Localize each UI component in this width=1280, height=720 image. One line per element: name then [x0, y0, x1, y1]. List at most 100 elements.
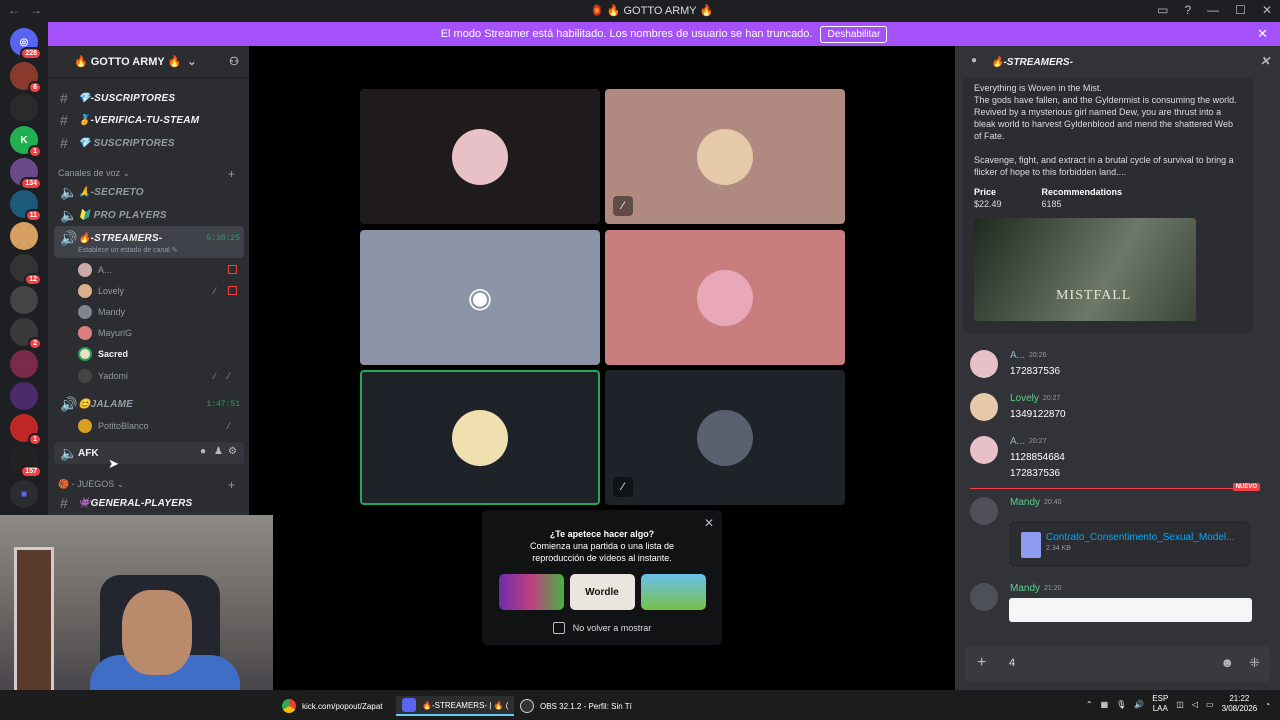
voice-member[interactable]: A... [78, 260, 112, 280]
message-author[interactable]: Lovely 20:27 [1010, 393, 1060, 404]
server-icon[interactable] [10, 94, 38, 122]
server-icon[interactable] [10, 286, 38, 314]
voice-channel[interactable]: 🔈 🙏-SECRETO [56, 182, 242, 202]
add-channel-icon[interactable]: + [228, 167, 235, 181]
invite-icon[interactable]: ♟ [214, 446, 223, 457]
avatar[interactable] [970, 436, 998, 464]
activity-card[interactable] [640, 574, 706, 610]
close-icon[interactable]: ✕ [1257, 26, 1268, 42]
text-channel[interactable]: # 💎-SUSCRIPTORES [56, 88, 242, 108]
clock[interactable]: 21:22 3/08/2026 [1222, 694, 1258, 714]
add-attachment-icon[interactable]: + [977, 654, 986, 672]
checkbox[interactable] [552, 622, 565, 634]
maximize-button[interactable]: ☐ [1235, 3, 1246, 17]
microphone-icon[interactable]: 🎙 [1116, 700, 1126, 709]
deafened-icon [228, 286, 237, 295]
apps-icon[interactable]: ⁜ [1249, 655, 1260, 671]
app-tray-icon[interactable]: ▦ [1101, 700, 1109, 709]
server-icon[interactable]: 1 [10, 414, 42, 446]
voice-member[interactable]: Lovely [78, 281, 124, 301]
add-member-icon[interactable]: ⚇ [229, 55, 239, 68]
battery-icon[interactable]: ▭ [1206, 700, 1214, 709]
server-icon[interactable]: 11 [10, 190, 42, 222]
chevron-up-icon[interactable]: ⌃ [1086, 700, 1093, 709]
volume-icon[interactable]: 🔊 [1134, 700, 1144, 709]
minimize-button[interactable]: — [1207, 3, 1219, 17]
voice-member[interactable]: Sacred [78, 344, 128, 364]
gear-icon[interactable]: ⚙ [228, 446, 237, 457]
avatar[interactable] [970, 393, 998, 421]
avatar[interactable] [970, 497, 998, 525]
close-button[interactable]: ✕ [1262, 3, 1272, 17]
games-category[interactable]: 🏀 - JUEGOS ⌄ [58, 479, 124, 490]
participant-tile[interactable] [605, 230, 845, 365]
message-input[interactable]: + 4 ☻ ⁜ [965, 646, 1270, 682]
language-indicator[interactable]: ESP LAA [1152, 694, 1168, 714]
avatar [452, 409, 508, 466]
inbox-icon[interactable]: ▭ [1157, 3, 1168, 17]
server-icon[interactable] [10, 382, 38, 410]
voice-member[interactable]: Yadomi [78, 366, 128, 386]
voice-member[interactable]: MayuriG [78, 323, 132, 343]
image-attachment[interactable] [1009, 598, 1252, 622]
server-icon[interactable]: 134 [10, 158, 42, 190]
notification-icon[interactable]: ◔ [1265, 700, 1270, 709]
muted-icon: ⁄ [214, 371, 216, 381]
message-author[interactable]: Mandy 20:40 [1010, 497, 1062, 508]
forward-icon[interactable]: → [30, 3, 42, 17]
participant-tile[interactable]: ⁄ [605, 89, 845, 224]
participant-tile[interactable] [360, 89, 600, 224]
taskbar-item-obs[interactable]: OBS 32.1.2 - Perfil: Sin Tí [520, 696, 632, 716]
participant-tile[interactable]: ⁄ [605, 370, 845, 505]
taskbar-item-chrome[interactable]: kick.com/popout/Zapat [282, 696, 382, 716]
file-name[interactable]: Contrato_Consentimento_Sexual_Model... [1046, 532, 1234, 543]
help-icon[interactable]: ? [1184, 3, 1191, 17]
channel-status[interactable]: Establece un estado de canal ✎ [78, 246, 178, 254]
message-author[interactable]: A... 20:26 [1010, 350, 1047, 361]
text-channel[interactable]: # 💎 SUSCRIPTORES [56, 133, 242, 153]
avatar[interactable] [970, 583, 998, 611]
activity-card[interactable] [498, 574, 564, 610]
close-icon[interactable]: ✕ [704, 516, 714, 530]
message-author[interactable]: A... 20:27 [1010, 436, 1047, 447]
server-icon[interactable]: 2 [10, 318, 42, 350]
server-icon[interactable]: 157 [10, 446, 42, 478]
voice-member[interactable]: PotitoBlanco [78, 416, 149, 436]
server-icon[interactable]: 6 [10, 62, 42, 94]
server-icon[interactable]: 12 [10, 254, 42, 286]
file-attachment[interactable]: Contrato_Consentimento_Sexual_Model... 2… [1010, 522, 1250, 566]
voice-member[interactable]: Mandy [78, 302, 125, 322]
voice-channel-streamers[interactable]: 🔊 🔥-STREAMERS- 5:38:25 [56, 228, 242, 248]
network-icon[interactable]: ◫ [1176, 700, 1184, 709]
add-channel-icon[interactable]: + [228, 478, 235, 492]
dont-show-again[interactable]: No volver a mostrar [482, 622, 722, 634]
voice-category[interactable]: Canales de voz ⌄ [58, 168, 130, 179]
text-channel[interactable]: # 👾GENERAL-PLAYERS [56, 493, 242, 513]
taskbar-item-discord[interactable]: 🔥-STREAMERS- | 🔥 ( [396, 696, 515, 716]
embed-image[interactable]: MISTFALL [974, 218, 1196, 321]
discord-home-icon[interactable]: ◎ 228 [10, 28, 42, 60]
speaker-tray-icon[interactable]: ◁ [1192, 700, 1198, 709]
voice-channel[interactable]: 🔈 🔰 PRO PLAYERS [56, 205, 242, 225]
chat-icon[interactable]: ● [200, 446, 206, 457]
chat-bubble-icon: ● [971, 55, 978, 66]
server-icon[interactable]: K1 [10, 126, 42, 158]
emoji-icon[interactable]: ☻ [1220, 655, 1234, 670]
title-bar: ← → 🏮 🔥 GOTTO ARMY 🔥 ▭ ? — ☐ ✕ [0, 0, 1280, 22]
participant-tile[interactable]: ◉ [360, 230, 600, 365]
server-icon[interactable] [10, 222, 38, 250]
avatar[interactable] [970, 350, 998, 378]
participant-tile-speaking[interactable] [360, 370, 600, 505]
back-icon[interactable]: ← [8, 3, 20, 17]
muted-icon: ⁄ [214, 286, 216, 296]
folder-icon[interactable]: ■ [10, 480, 38, 508]
close-icon[interactable]: ✕ [1260, 54, 1270, 68]
hash-icon: # [60, 112, 68, 128]
voice-channel[interactable]: 🔊 😊JALAME 1:47:51 [56, 394, 242, 414]
message-author[interactable]: Mandy 21:20 [1010, 583, 1062, 594]
text-channel[interactable]: # 🏅-VERIFICA-TU-STEAM [56, 110, 242, 130]
server-icon[interactable] [10, 350, 38, 378]
server-header[interactable]: 🔥 GOTTO ARMY 🔥 ⌄ ⚇ [48, 46, 249, 78]
disable-button[interactable]: Deshabilitar [820, 25, 888, 43]
wordle-card[interactable]: Wordle [569, 574, 635, 610]
